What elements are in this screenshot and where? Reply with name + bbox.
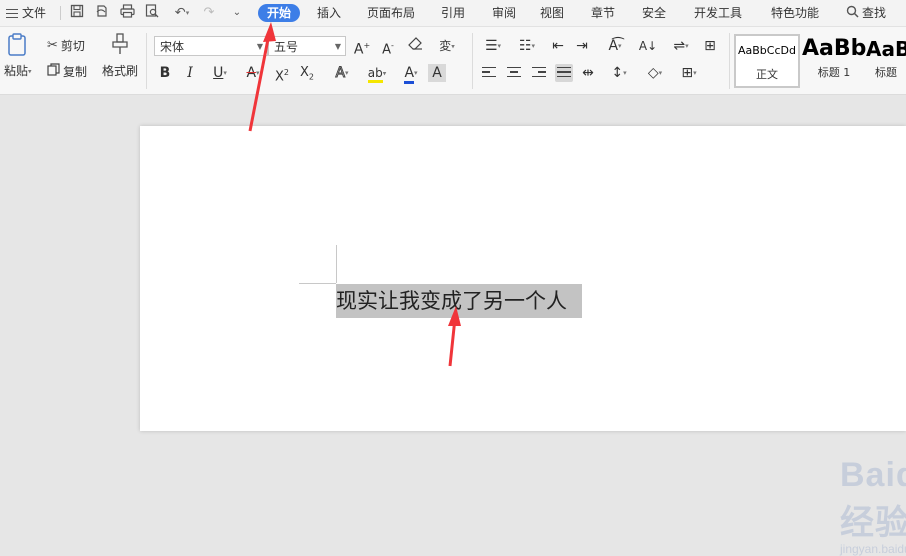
arrow-to-selected-text (448, 306, 461, 367)
arrow-to-start-tab (248, 22, 276, 132)
watermark-logo: Baidu经验 (840, 456, 906, 542)
annotation-arrows (248, 22, 461, 367)
watermark: Baidu经验 jingyan.baidu.com (840, 456, 906, 556)
watermark-url: jingyan.baidu.com (840, 542, 906, 556)
